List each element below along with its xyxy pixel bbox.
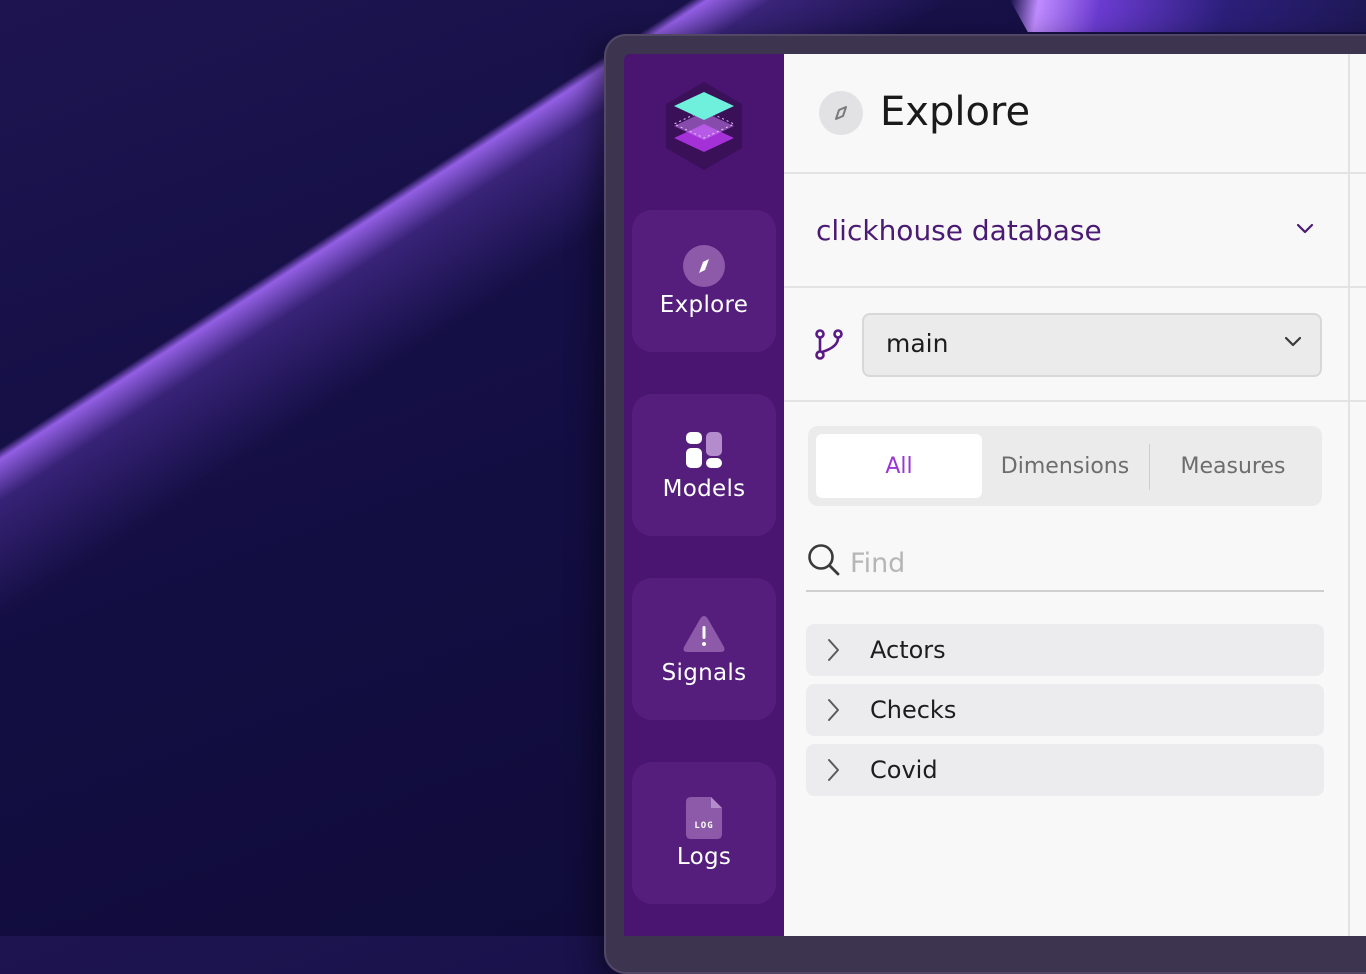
sidebar: Explore Models Signals LOG Logs [624, 54, 784, 936]
log-file-icon: LOG [682, 796, 726, 840]
sidebar-item-label: Explore [659, 292, 749, 318]
git-branch-icon [814, 328, 844, 365]
list-item[interactable]: Actors [806, 624, 1324, 676]
chevron-right-icon [826, 638, 840, 667]
compass-icon [682, 244, 726, 288]
panel-header: Explore [784, 54, 1366, 174]
search-icon [806, 542, 842, 583]
search-input[interactable] [848, 544, 1312, 582]
compass-icon [819, 91, 863, 135]
list-item[interactable]: Checks [806, 684, 1324, 736]
sidebar-item-models[interactable]: Models [632, 394, 776, 536]
sidebar-item-label: Models [662, 476, 746, 502]
branch-row: main [784, 288, 1366, 402]
sidebar-item-signals[interactable]: Signals [632, 578, 776, 720]
list-item-label: Covid [870, 756, 938, 784]
list-item-label: Checks [870, 696, 957, 724]
tab-all[interactable]: All [816, 434, 982, 498]
sidebar-item-logs[interactable]: LOG Logs [632, 762, 776, 904]
app-logo [666, 82, 742, 170]
sidebar-item-label: Signals [661, 660, 747, 686]
branch-select[interactable]: main [862, 313, 1322, 377]
sidebar-item-explore[interactable]: Explore [632, 210, 776, 352]
branch-value: main [886, 329, 949, 358]
background-light-beam-top [1010, 0, 1366, 32]
database-name: clickhouse database [816, 214, 1102, 247]
tab-measures[interactable]: Measures [1150, 434, 1316, 498]
tab-dimensions[interactable]: Dimensions [982, 434, 1148, 498]
chevron-down-icon [1284, 335, 1302, 353]
log-icon-text: LOG [694, 821, 713, 831]
chevron-right-icon [826, 698, 840, 727]
chevron-right-icon [826, 758, 840, 787]
app-window: Explore Models Signals LOG Logs Explore … [624, 54, 1366, 936]
models-icon [682, 428, 726, 472]
list-item[interactable]: Covid [806, 744, 1324, 796]
warning-triangle-icon [682, 612, 726, 656]
filter-tabs: All Dimensions Measures [808, 426, 1322, 506]
search-bar [806, 540, 1324, 592]
sidebar-item-label: Logs [676, 844, 732, 870]
main-panel: Explore clickhouse database main All Dim… [784, 54, 1366, 936]
chevron-down-icon[interactable] [1296, 222, 1314, 240]
database-selector[interactable]: clickhouse database [784, 174, 1366, 288]
list-item-label: Actors [870, 636, 946, 664]
page-title: Explore [880, 89, 1031, 135]
